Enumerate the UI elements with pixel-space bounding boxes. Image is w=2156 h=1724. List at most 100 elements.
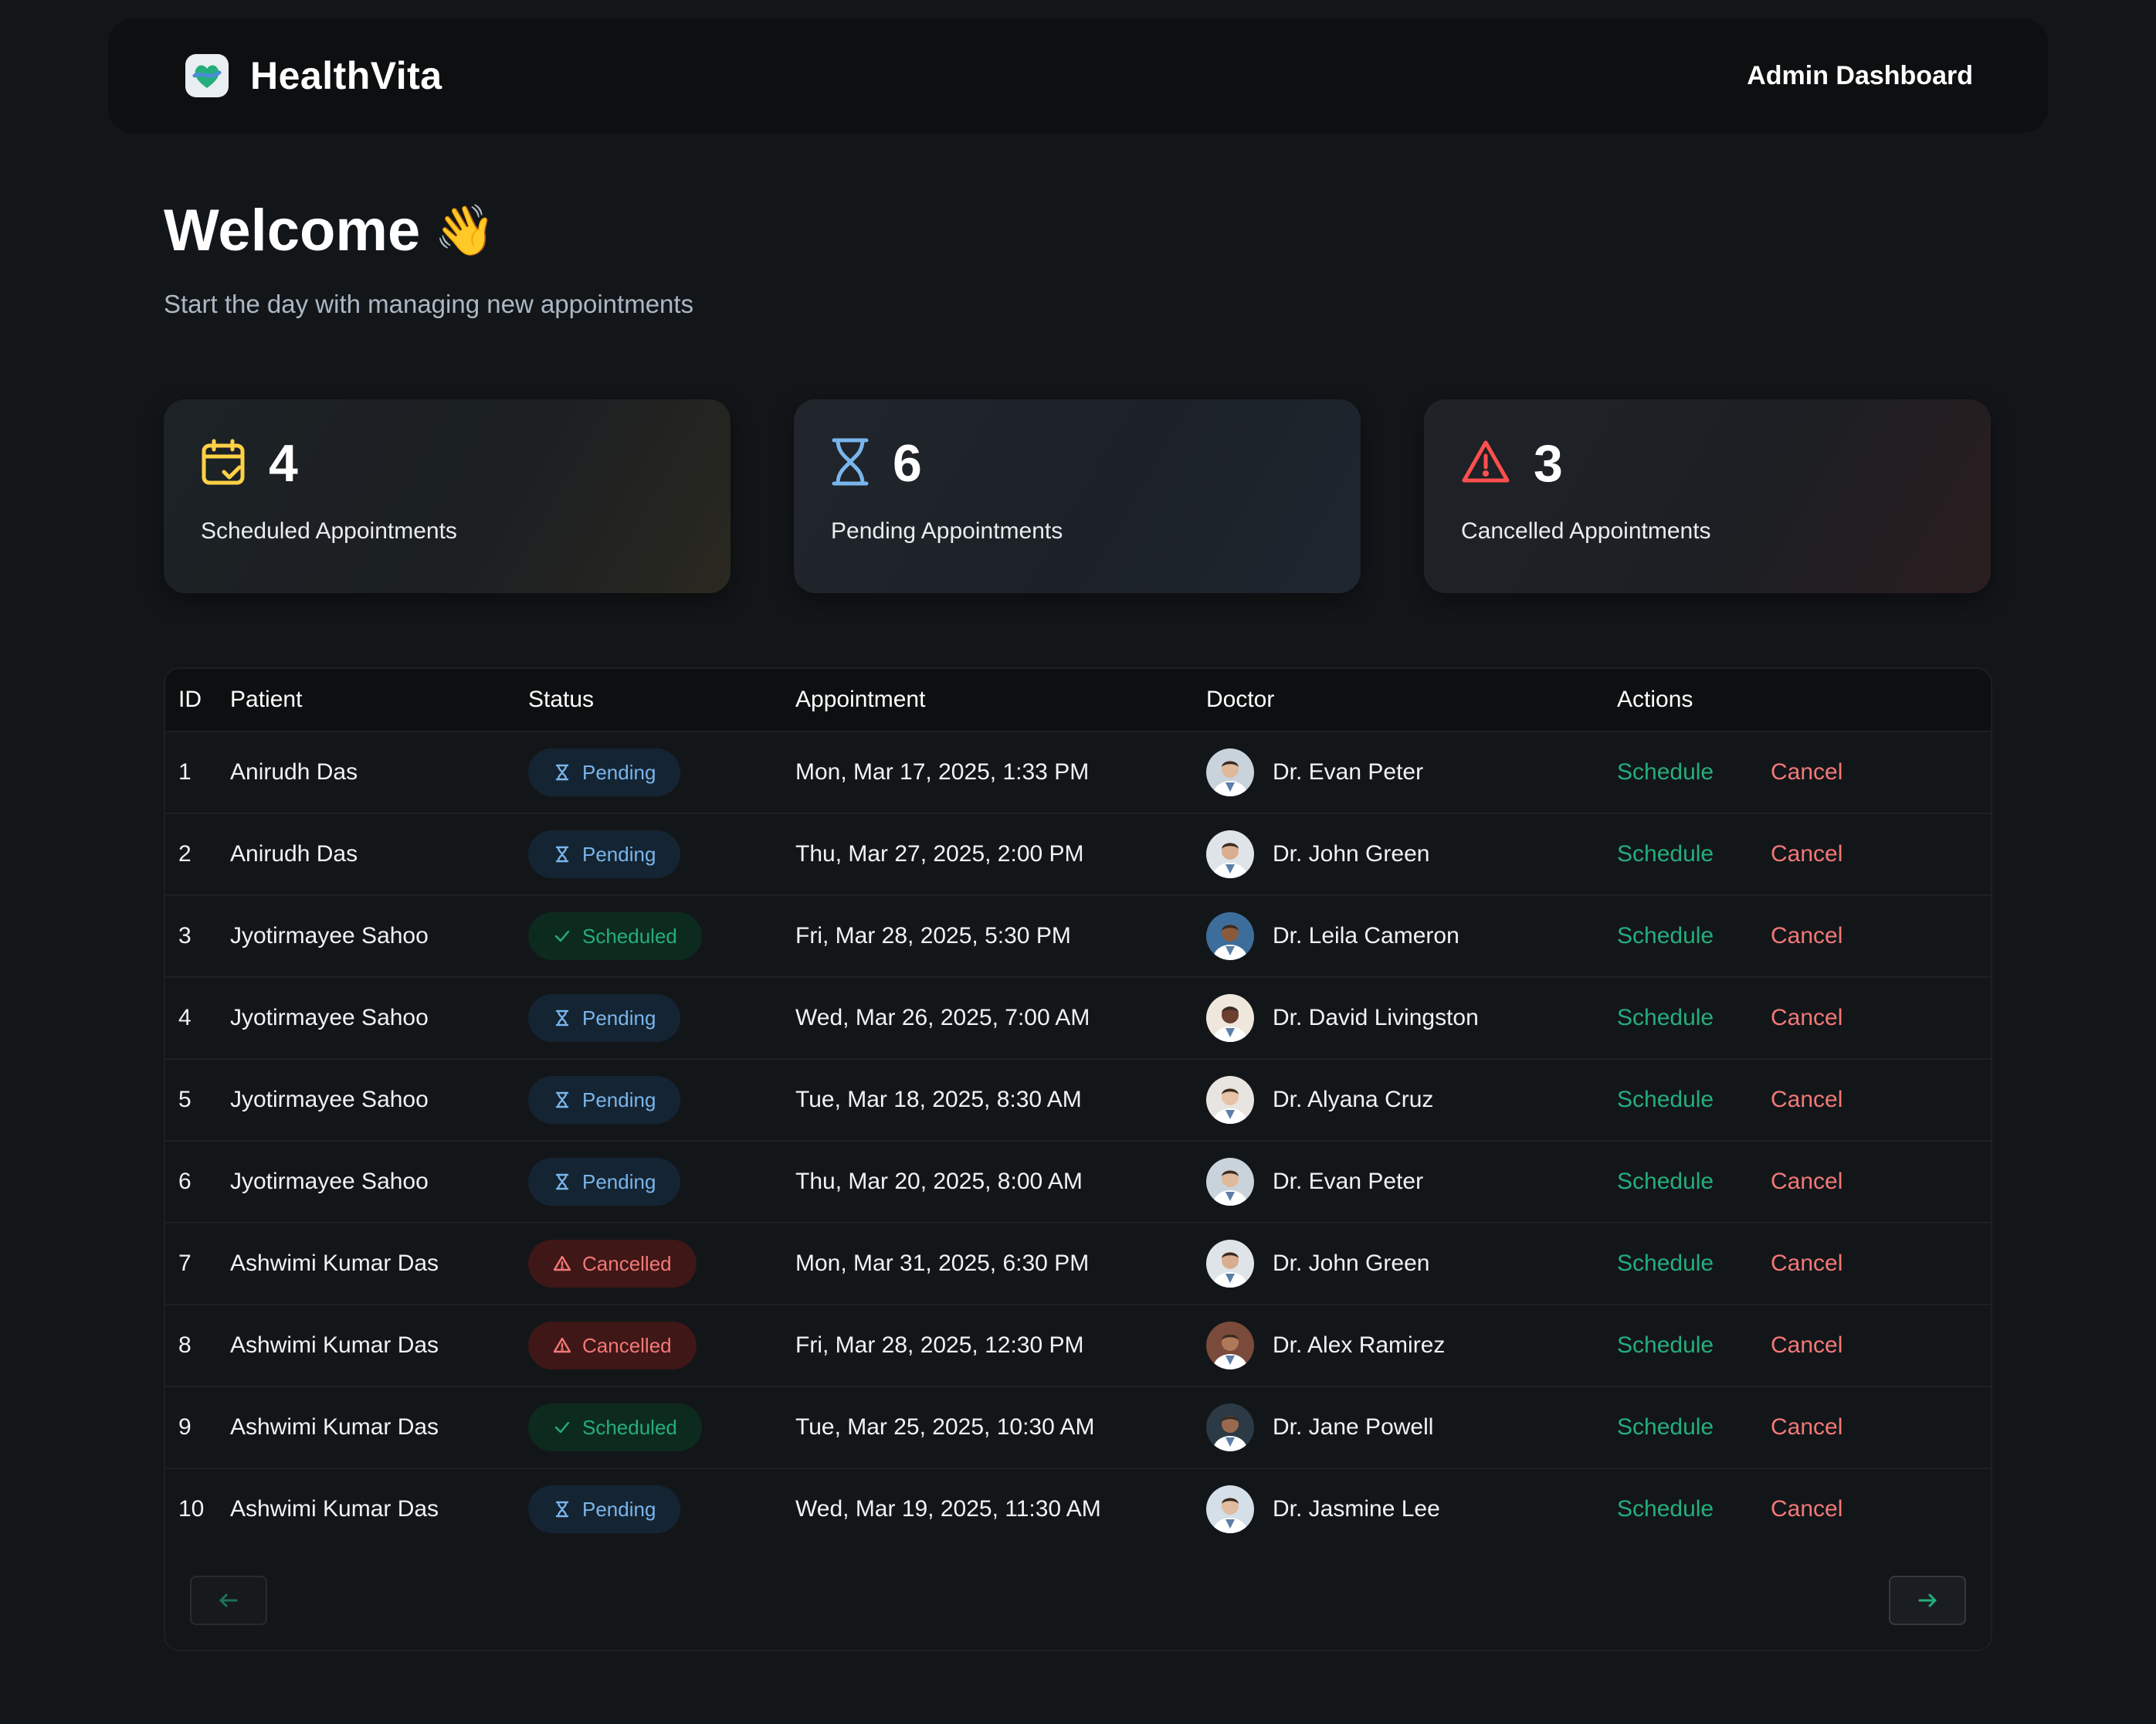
- doctor-cell: Dr. Jane Powell: [1206, 1403, 1617, 1451]
- status-cell: Pending: [528, 830, 795, 878]
- table-row: 3 Jyotirmayee Sahoo Scheduled Fri, Mar 28, …: [165, 894, 1991, 976]
- pagination: [190, 1576, 1966, 1625]
- status-cell: Cancelled: [528, 1322, 795, 1369]
- schedule-button[interactable]: Schedule: [1617, 1087, 1771, 1113]
- doctor-avatar: [1206, 830, 1254, 878]
- patient-name: Ashwimi Kumar Das: [230, 1332, 439, 1358]
- schedule-button[interactable]: Schedule: [1617, 1005, 1771, 1031]
- col-id: ID: [178, 687, 202, 712]
- pending-label: Pending Appointments: [831, 518, 1063, 544]
- cancel-button[interactable]: Cancel: [1771, 1087, 1842, 1113]
- cancel-button[interactable]: Cancel: [1771, 1251, 1842, 1277]
- status-cell: Scheduled: [528, 1403, 795, 1451]
- cancel-button[interactable]: Cancel: [1771, 923, 1842, 949]
- alert-triangle-icon: [553, 1255, 571, 1271]
- schedule-button[interactable]: Schedule: [1617, 759, 1771, 786]
- cancel-button[interactable]: Cancel: [1771, 1496, 1842, 1522]
- col-status: Status: [528, 687, 595, 712]
- cancel-button[interactable]: Cancel: [1771, 841, 1842, 867]
- patient-name: Anirudh Das: [230, 841, 358, 867]
- previous-page-button[interactable]: [190, 1576, 267, 1625]
- doctor-cell: Dr. John Green: [1206, 830, 1617, 878]
- hourglass-icon: [555, 764, 569, 781]
- actions-cell: Schedule Cancel: [1617, 923, 1842, 949]
- schedule-button[interactable]: Schedule: [1617, 1332, 1771, 1359]
- table-row: 4 Jyotirmayee Sahoo Pending Wed, Mar 26, 20…: [165, 976, 1991, 1058]
- doctor-avatar: [1206, 1240, 1254, 1288]
- waving-hand-emoji: 👋: [434, 202, 496, 258]
- brand[interactable]: HealthVita: [185, 53, 442, 98]
- table-row: 1 Anirudh Das Pending Mon, Mar 17, 2025, 1:…: [165, 731, 1991, 813]
- doctor-cell: Dr. David Livingston: [1206, 994, 1617, 1042]
- doctor-name: Dr. Evan Peter: [1273, 759, 1424, 785]
- patient-name: Jyotirmayee Sahoo: [230, 923, 429, 949]
- schedule-button[interactable]: Schedule: [1617, 841, 1771, 867]
- arrow-left-icon: [219, 1593, 238, 1607]
- check-icon: [554, 930, 570, 942]
- cancel-button[interactable]: Cancel: [1771, 1169, 1842, 1195]
- table-row: 10 Ashwimi Kumar Das Pending Wed, Mar 19, 2…: [165, 1468, 1991, 1549]
- doctor-name: Dr. John Green: [1273, 841, 1430, 867]
- cancel-button[interactable]: Cancel: [1771, 759, 1842, 786]
- schedule-button[interactable]: Schedule: [1617, 1414, 1771, 1441]
- actions-cell: Schedule Cancel: [1617, 759, 1842, 786]
- status-badge: Pending: [528, 1076, 681, 1124]
- actions-cell: Schedule Cancel: [1617, 841, 1842, 867]
- patient-name: Ashwimi Kumar Das: [230, 1251, 439, 1276]
- status-cell: Pending: [528, 1158, 795, 1206]
- row-id: 6: [178, 1169, 192, 1194]
- row-id: 9: [178, 1414, 192, 1440]
- admin-dashboard-label: Admin Dashboard: [1747, 60, 1973, 90]
- table-row: 7 Ashwimi Kumar Das Cancelled Mon, Mar 31, …: [165, 1222, 1991, 1304]
- status-cell: Scheduled: [528, 912, 795, 960]
- doctor-avatar: [1206, 1076, 1254, 1124]
- doctor-avatar: [1206, 1403, 1254, 1451]
- doctor-name: Dr. Leila Cameron: [1273, 923, 1459, 949]
- cancel-button[interactable]: Cancel: [1771, 1005, 1842, 1031]
- row-id: 4: [178, 1005, 192, 1030]
- doctor-avatar: [1206, 912, 1254, 960]
- col-patient: Patient: [230, 687, 303, 712]
- row-id: 5: [178, 1087, 192, 1112]
- row-id: 7: [178, 1251, 192, 1276]
- status-text: Pending: [582, 1497, 656, 1521]
- hourglass-icon: [555, 1010, 569, 1027]
- table-row: 9 Ashwimi Kumar Das Scheduled Tue, Mar 25, …: [165, 1386, 1991, 1468]
- calendar-check-icon: [201, 438, 246, 490]
- status-badge: Cancelled: [528, 1240, 697, 1288]
- status-badge: Pending: [528, 748, 681, 796]
- doctor-cell: Dr. Evan Peter: [1206, 748, 1617, 796]
- patient-name: Ashwimi Kumar Das: [230, 1496, 439, 1522]
- schedule-button[interactable]: Schedule: [1617, 923, 1771, 949]
- appointments-table: ID Patient Status Appointment Doctor Act…: [164, 667, 1992, 1651]
- schedule-button[interactable]: Schedule: [1617, 1169, 1771, 1195]
- status-badge: Pending: [528, 1158, 681, 1206]
- col-actions: Actions: [1617, 687, 1693, 712]
- next-page-button[interactable]: [1889, 1576, 1966, 1625]
- status-cell: Pending: [528, 1485, 795, 1533]
- doctor-cell: Dr. John Green: [1206, 1240, 1617, 1288]
- appointment-date: Thu, Mar 27, 2025, 2:00 PM: [795, 841, 1084, 867]
- status-text: Pending: [582, 760, 656, 784]
- appointment-date: Thu, Mar 20, 2025, 8:00 AM: [795, 1169, 1083, 1194]
- table-header: ID Patient Status Appointment Doctor Act…: [165, 669, 1991, 731]
- welcome-text: Welcome: [164, 198, 421, 263]
- status-text: Pending: [582, 1088, 656, 1111]
- table-row: 5 Jyotirmayee Sahoo Pending Tue, Mar 18, 20…: [165, 1058, 1991, 1140]
- cancel-button[interactable]: Cancel: [1771, 1414, 1842, 1441]
- cancel-button[interactable]: Cancel: [1771, 1332, 1842, 1359]
- schedule-button[interactable]: Schedule: [1617, 1496, 1771, 1522]
- status-text: Pending: [582, 1169, 656, 1193]
- patient-name: Jyotirmayee Sahoo: [230, 1087, 429, 1112]
- schedule-button[interactable]: Schedule: [1617, 1251, 1771, 1277]
- row-id: 10: [178, 1496, 205, 1522]
- col-doctor: Doctor: [1206, 687, 1275, 712]
- check-icon: [554, 1421, 570, 1434]
- appointment-date: Wed, Mar 26, 2025, 7:00 AM: [795, 1005, 1090, 1030]
- pending-count: 6: [893, 434, 922, 493]
- appointment-date: Fri, Mar 28, 2025, 12:30 PM: [795, 1332, 1084, 1358]
- doctor-name: Dr. Evan Peter: [1273, 1169, 1424, 1194]
- brand-name: HealthVita: [250, 54, 442, 97]
- status-badge: Scheduled: [528, 1403, 702, 1451]
- appointment-date: Mon, Mar 31, 2025, 6:30 PM: [795, 1251, 1090, 1276]
